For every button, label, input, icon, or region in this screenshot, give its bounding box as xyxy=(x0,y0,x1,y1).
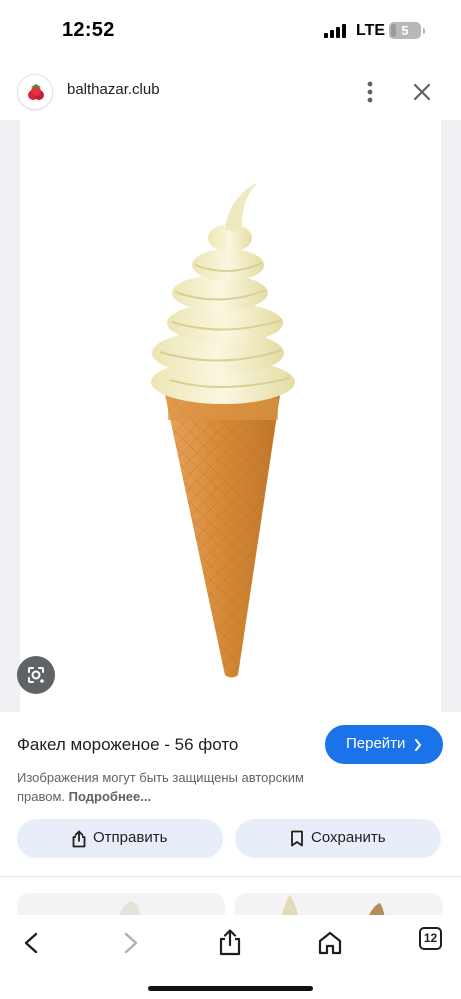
back-icon[interactable] xyxy=(14,925,50,961)
site-name[interactable]: balthazar.club xyxy=(67,81,160,98)
more-vertical-icon[interactable] xyxy=(358,78,382,106)
divider xyxy=(0,876,461,877)
ice-cream-image[interactable] xyxy=(20,120,441,712)
visit-button[interactable]: Перейти xyxy=(325,725,443,764)
raspberry-icon[interactable] xyxy=(17,74,53,110)
forward-icon[interactable] xyxy=(112,925,148,961)
close-icon[interactable] xyxy=(408,78,436,106)
save-label: Сохранить xyxy=(311,829,386,846)
home-indicator xyxy=(148,986,313,991)
status-bar: 12:52 LTE 5 xyxy=(0,0,461,62)
signal-icon xyxy=(324,24,346,38)
chevron-right-icon xyxy=(415,739,422,751)
site-header: balthazar.club xyxy=(0,62,461,120)
share-label: Отправить xyxy=(93,829,168,846)
battery-level: 5 xyxy=(401,23,409,38)
bookmark-icon xyxy=(291,830,303,847)
battery-icon: 5 xyxy=(389,22,421,39)
learn-more-link[interactable]: Подробнее... xyxy=(69,789,151,804)
status-time: 12:52 xyxy=(62,19,115,41)
network-label: LTE xyxy=(356,22,386,39)
save-button[interactable]: Сохранить xyxy=(235,819,441,858)
tabs-count-button[interactable]: 12 xyxy=(419,927,442,950)
home-icon[interactable] xyxy=(312,925,348,961)
share-button[interactable]: Отправить xyxy=(17,819,223,858)
google-lens-icon[interactable] xyxy=(17,656,55,694)
share-icon[interactable] xyxy=(212,925,248,961)
image-title: Факел мороженое - 56 фото xyxy=(17,735,239,754)
share-icon xyxy=(72,830,86,848)
visit-label: Перейти xyxy=(346,735,406,752)
battery-cap xyxy=(423,28,425,34)
copyright-notice: Изображения могут быть защищены авторски… xyxy=(17,768,347,806)
image-preview xyxy=(0,120,461,712)
copyright-text: Изображения могут быть защищены авторски… xyxy=(17,770,304,804)
